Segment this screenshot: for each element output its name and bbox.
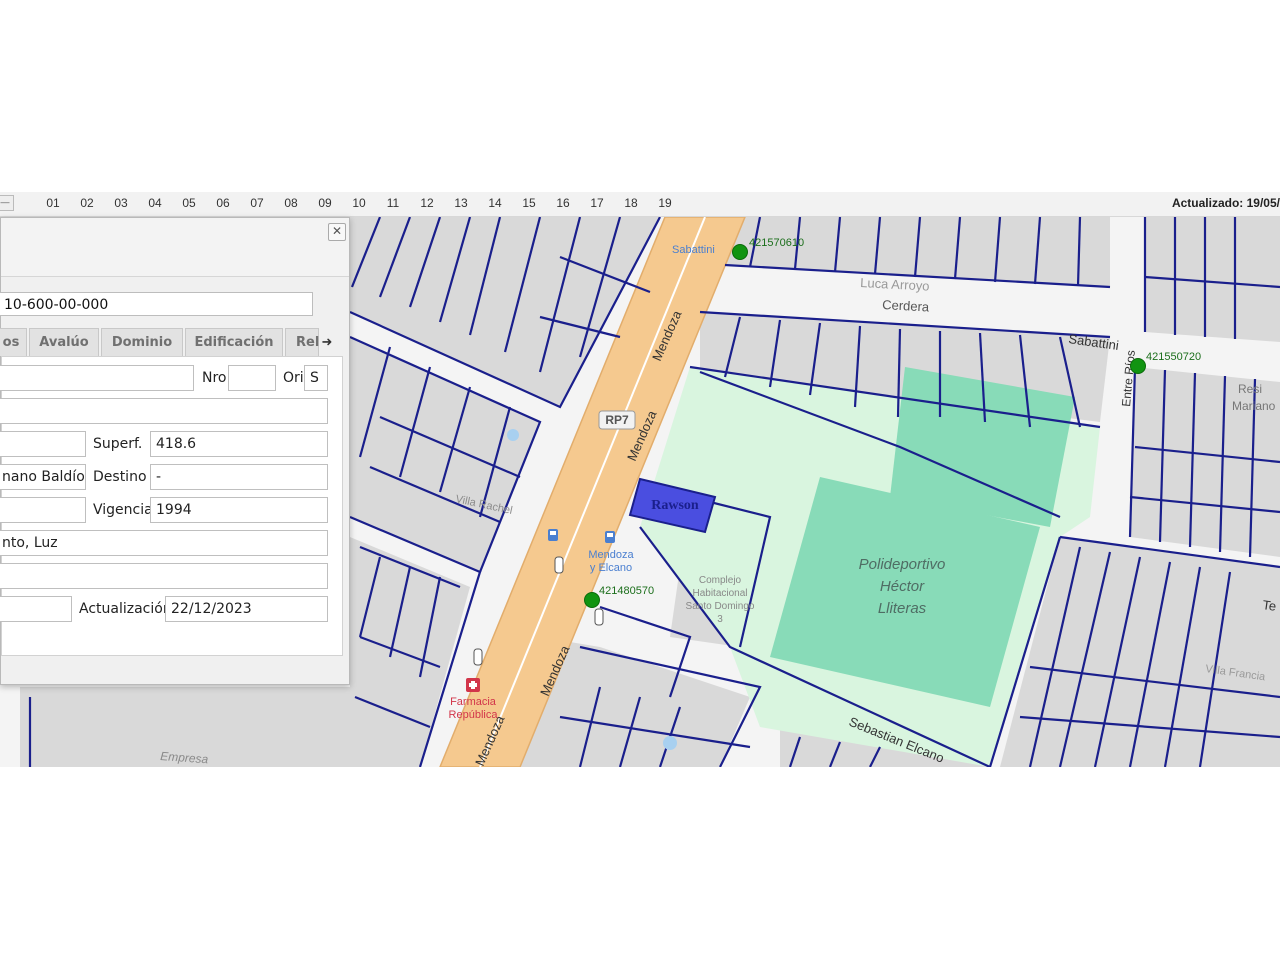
pharmacy-icon[interactable]	[466, 678, 480, 692]
month-item[interactable]: 12	[410, 192, 444, 216]
destino-label: Destino	[93, 469, 147, 485]
tab-content: Nro Ori S Superf. 418.6 nano Baldío Dest…	[0, 356, 343, 656]
complex-label-line4: 3	[717, 614, 723, 625]
bus-stop-label-line1: Mendoza	[588, 549, 634, 561]
row3-left-field[interactable]	[0, 431, 86, 457]
month-item[interactable]: 14	[478, 192, 512, 216]
street-label-resi: Resi	[1238, 382, 1262, 396]
marker-label-2: 421550720	[1146, 351, 1201, 363]
month-item[interactable]: 02	[70, 192, 104, 216]
row7-field[interactable]	[0, 563, 328, 589]
parcel-label: Rawson	[651, 498, 699, 513]
month-item[interactable]: 05	[172, 192, 206, 216]
toolbar: — 01 02 03 04 05 06 07 08 09 10 11 12 13 14 15 16 17 18 19…	[0, 192, 1280, 217]
actualizacion-label: Actualización	[79, 601, 172, 617]
row5-left-field[interactable]	[0, 497, 86, 523]
month-item[interactable]: 08	[274, 192, 308, 216]
tab-avaluo[interactable]: Avalúo	[29, 328, 99, 356]
superf-label: Superf.	[93, 436, 143, 452]
vigencia-field[interactable]: 1994	[150, 497, 328, 523]
services-field[interactable]: nto, Luz	[0, 530, 328, 556]
month-item[interactable]: 11	[376, 192, 410, 216]
superf-field[interactable]: 418.6	[150, 431, 328, 457]
street-label-te: Te	[1262, 597, 1278, 614]
month-item[interactable]: 04	[138, 192, 172, 216]
nro-field[interactable]	[228, 365, 276, 391]
street-field[interactable]	[0, 365, 194, 391]
updated-label: Actualizado: 19/05/	[1171, 196, 1280, 210]
tab-bar: os Avalúo Dominio Edificación Rel ➜	[0, 328, 341, 356]
month-item[interactable]: 09	[308, 192, 342, 216]
close-icon[interactable]: ✕	[328, 223, 346, 241]
month-item[interactable]: 01	[36, 192, 70, 216]
actualizacion-field[interactable]: 22/12/2023	[165, 596, 328, 622]
month-item[interactable]: 17	[580, 192, 614, 216]
gis-app: — 01 02 03 04 05 06 07 08 09 10 11 12 13 14 15 16 17 18 19…	[0, 192, 1280, 767]
arrow-right-icon[interactable]: ➜	[319, 334, 335, 350]
route-label: RP7	[605, 413, 629, 427]
park-label-line2: Héctor	[880, 578, 925, 595]
tab-rel[interactable]: Rel	[285, 328, 319, 356]
marker-label-1: 421570610	[749, 237, 804, 249]
pharmacy-label-line2: República	[449, 709, 499, 721]
parcel-info-panel: ✕ 10-600-00-000 os Avalúo Dominio Edific…	[0, 217, 350, 685]
tab-edificacion[interactable]: Edificación	[185, 328, 283, 356]
complex-label-line1: Complejo	[699, 575, 742, 586]
bus-stop-label-line2: y Elcano	[590, 562, 632, 574]
minus-icon[interactable]: —	[0, 195, 14, 211]
ori-field[interactable]: S	[304, 365, 328, 391]
tab-datos[interactable]: os	[0, 328, 27, 356]
month-item[interactable]: 13	[444, 192, 478, 216]
pool-icon	[663, 736, 677, 750]
month-item[interactable]: 10	[342, 192, 376, 216]
month-selector: 01 02 03 04 05 06 07 08 09 10 11 12 13 14 15 16 17 18 19	[36, 192, 682, 216]
month-item[interactable]: 06	[206, 192, 240, 216]
bus-stop-icon-west[interactable]	[548, 529, 558, 541]
month-item[interactable]: 07	[240, 192, 274, 216]
complex-label-line2: Habitacional	[692, 588, 747, 599]
tab-dominio[interactable]: Dominio	[101, 328, 183, 356]
ori-label: Ori	[283, 370, 304, 386]
month-item[interactable]: 03	[104, 192, 138, 216]
tipo-field[interactable]: nano Baldío	[0, 464, 86, 490]
month-item[interactable]: 15	[512, 192, 546, 216]
marker-label-3: 421480570	[599, 585, 654, 597]
row8-left-field[interactable]	[0, 596, 72, 622]
destino-field[interactable]: -	[150, 464, 328, 490]
park-label-line1: Polideportivo	[859, 556, 946, 573]
pharmacy-label-line1: Farmacia	[450, 696, 497, 708]
street-label-sabattini-top: Sabattini	[672, 244, 715, 256]
vigencia-label: Vigencia	[93, 502, 153, 518]
street-label-cerdera: Cerdera	[882, 297, 930, 314]
street-label-mariano: Mariano	[1232, 399, 1276, 413]
parcel-id-field[interactable]: 10-600-00-000	[0, 292, 313, 316]
month-item[interactable]: 19	[648, 192, 682, 216]
month-item[interactable]: 18	[614, 192, 648, 216]
fountain-icon	[507, 429, 519, 441]
complex-label-line3: Santo Domingo	[686, 601, 755, 612]
month-item[interactable]: 16	[546, 192, 580, 216]
address-field-2[interactable]	[0, 398, 328, 424]
panel-header[interactable]: ✕	[1, 218, 349, 277]
nro-label: Nro	[202, 370, 227, 386]
park-label-line3: Lliteras	[878, 600, 927, 617]
bus-stop-icon[interactable]	[605, 531, 615, 543]
